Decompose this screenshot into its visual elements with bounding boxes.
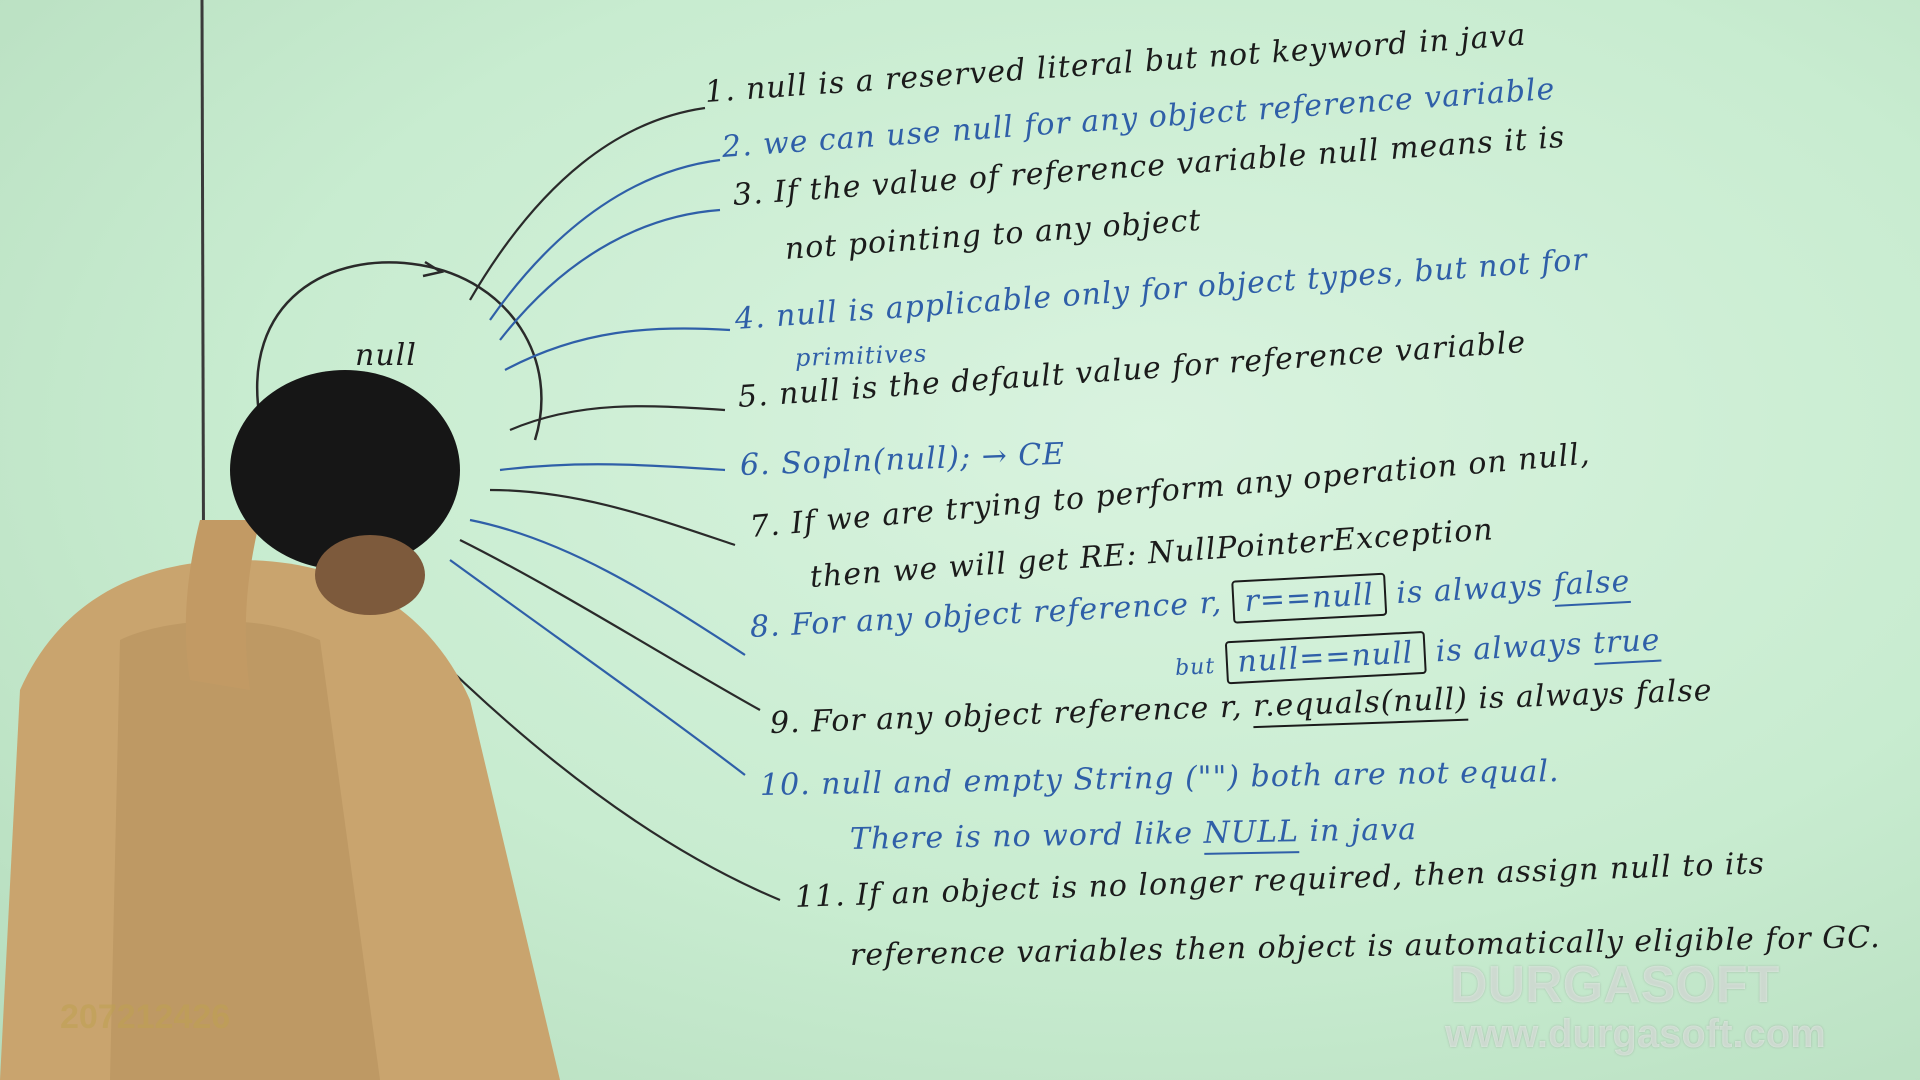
phone-watermark: 207212426 bbox=[60, 998, 231, 1036]
durgasoft-logo-watermark: DURGASOFT bbox=[1450, 956, 1780, 1014]
note-8-false: false bbox=[1552, 563, 1632, 607]
presenter bbox=[0, 370, 560, 1080]
note-8-expression-box: r==null bbox=[1231, 572, 1387, 624]
durgasoft-url-watermark: www.durgasoft.com bbox=[1445, 1012, 1826, 1056]
note-10-null-word: NULL bbox=[1203, 814, 1300, 855]
presenter-neck bbox=[315, 535, 425, 615]
note-8-true: true bbox=[1592, 622, 1662, 666]
null-label: null bbox=[355, 338, 417, 373]
note-10-suffix: in java bbox=[1309, 812, 1418, 849]
note-8-but: but bbox=[1174, 653, 1216, 681]
note-9-code: r.equals(null) bbox=[1252, 681, 1469, 729]
note-10-prefix: There is no word like bbox=[849, 816, 1194, 857]
